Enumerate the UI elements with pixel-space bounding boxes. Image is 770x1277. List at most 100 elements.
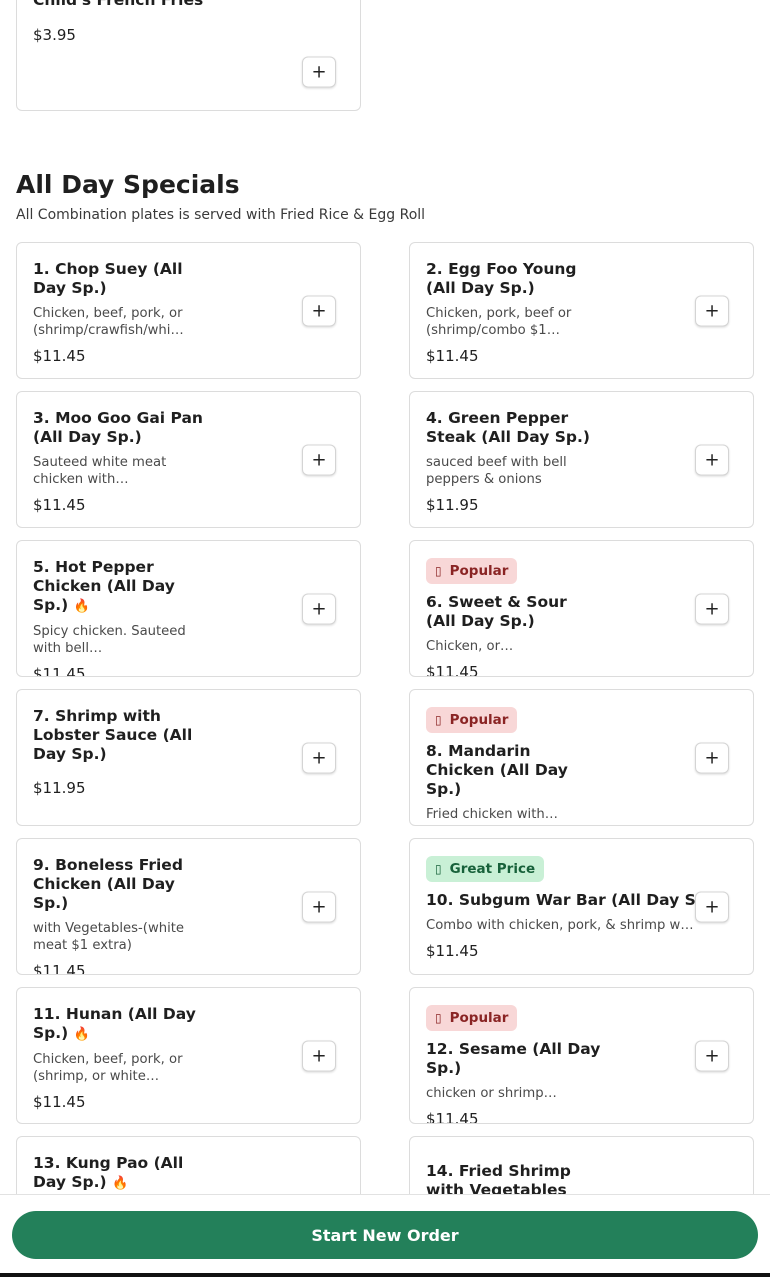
popular-icon: ▯ — [435, 1011, 442, 1025]
item-price: $11.45 — [426, 347, 479, 365]
section-title: All Day Specials — [16, 170, 240, 199]
menu-item-card[interactable]: ▯ Popular 8. Mandarin Chicken (All Day Sp… — [409, 689, 754, 826]
item-name-text: 13. Kung Pao (All Day Sp.) — [33, 1154, 184, 1191]
add-item-button[interactable]: + — [302, 444, 336, 475]
menu-item-card[interactable]: 1. Chop Suey (All Day Sp.) Chicken, beef… — [16, 242, 361, 379]
popular-badge: ▯ Popular — [426, 707, 518, 733]
item-price: $3.95 — [33, 26, 76, 44]
menu-page: Child's French Fries $3.95 + All Day Spe… — [0, 0, 770, 1277]
plus-icon: + — [311, 598, 327, 619]
menu-item-card[interactable]: 11. Hunan (All Day Sp.) 🔥 Chicken, beef,… — [16, 987, 361, 1124]
add-item-button[interactable]: + — [695, 742, 729, 773]
add-item-button[interactable]: + — [302, 56, 336, 88]
item-price: $11.45 — [33, 1093, 86, 1111]
item-description: Combo with chicken, pork, & shrimp w… — [426, 918, 694, 933]
menu-item-card[interactable]: ▯ Popular 6. Sweet & Sour (All Day Sp.) C… — [409, 540, 754, 677]
item-price: $11.45 — [426, 942, 479, 960]
menu-item-card[interactable]: 2. Egg Foo Young (All Day Sp.) Chicken, … — [409, 242, 754, 379]
popular-icon: ▯ — [435, 564, 442, 578]
add-item-button[interactable]: + — [695, 295, 729, 326]
item-description: Chicken, beef, pork, or (shrimp/crawfish… — [33, 306, 184, 338]
item-description: with Vegetables-(white meat $1 extra) — [33, 921, 185, 953]
plus-icon: + — [311, 747, 327, 768]
plus-icon: + — [311, 1045, 327, 1066]
add-item-button[interactable]: + — [302, 891, 336, 922]
section-subtitle: All Combination plates is served with Fr… — [16, 207, 426, 223]
add-item-button[interactable]: + — [695, 444, 729, 475]
menu-item-card[interactable]: ▯ Great Price 10. Subgum War Bar (All Day… — [409, 838, 754, 975]
item-price: $11.45 — [33, 962, 86, 975]
item-name-text: 11. Hunan (All Day Sp.) — [33, 1005, 196, 1042]
item-name: 12. Sesame (All Day Sp.) — [426, 1040, 601, 1077]
item-price: $11.45 — [33, 347, 86, 365]
badge-label: Popular — [449, 1010, 509, 1026]
item-description: Chicken, beef, pork, or (shrimp, or whit… — [33, 1052, 183, 1084]
add-item-button[interactable]: + — [302, 593, 336, 624]
item-name-text: 5. Hot Pepper Chicken (All Day Sp.) — [33, 558, 175, 614]
menu-item-card[interactable]: 3. Moo Goo Gai Pan (All Day Sp.) Sauteed… — [16, 391, 361, 528]
add-item-button[interactable]: + — [302, 742, 336, 773]
menu-item-card[interactable]: 7. Shrimp with Lobster Sauce (All Day Sp… — [16, 689, 361, 826]
item-name: 11. Hunan (All Day Sp.) 🔥 — [33, 1005, 208, 1044]
item-description: Fried chicken with… — [426, 807, 558, 822]
add-item-button[interactable]: + — [695, 1040, 729, 1071]
item-description: Chicken, or… — [426, 639, 514, 654]
item-description: sauced beef with bell peppers & onions — [426, 455, 567, 487]
plus-icon: + — [311, 449, 327, 470]
add-item-button[interactable]: + — [695, 891, 729, 922]
plus-icon: + — [704, 1045, 720, 1066]
item-price: $11.45 — [33, 665, 86, 677]
item-description: Spicy chicken. Sauteed with bell… — [33, 624, 186, 656]
item-name: 13. Kung Pao (All Day Sp.) 🔥 — [33, 1154, 208, 1193]
popular-badge: ▯ Popular — [426, 1005, 518, 1031]
item-name: 7. Shrimp with Lobster Sauce (All Day Sp… — [33, 707, 193, 763]
plus-icon: + — [704, 896, 720, 917]
add-item-button[interactable]: + — [302, 295, 336, 326]
item-name: 9. Boneless Fried Chicken (All Day Sp.) — [33, 856, 183, 912]
item-name: 4. Green Pepper Steak (All Day Sp.) — [426, 409, 590, 446]
tag-icon: ▯ — [435, 862, 442, 876]
add-item-button[interactable]: + — [302, 1040, 336, 1071]
plus-icon: + — [311, 300, 327, 321]
item-name: 3. Moo Goo Gai Pan (All Day Sp.) — [33, 409, 203, 446]
menu-item-card[interactable]: 5. Hot Pepper Chicken (All Day Sp.) 🔥 Sp… — [16, 540, 361, 677]
plus-icon: + — [311, 896, 327, 917]
plus-icon: + — [704, 598, 720, 619]
fire-icon: 🔥 — [73, 599, 90, 614]
plus-icon: + — [704, 300, 720, 321]
menu-item-card[interactable]: ▯ Popular 12. Sesame (All Day Sp.) chicke… — [409, 987, 754, 1124]
badge-label: Great Price — [449, 861, 536, 877]
item-price: $11.45 — [426, 663, 479, 677]
item-name: 5. Hot Pepper Chicken (All Day Sp.) 🔥 — [33, 558, 208, 616]
fire-icon: 🔥 — [73, 1027, 90, 1042]
menu-item-card[interactable]: 4. Green Pepper Steak (All Day Sp.) sauc… — [409, 391, 754, 528]
item-name: 6. Sweet & Sour (All Day Sp.) — [426, 593, 567, 630]
badge-label: Popular — [449, 563, 509, 579]
item-name: 2. Egg Foo Young (All Day Sp.) — [426, 260, 577, 297]
bottom-edge — [0, 1273, 770, 1277]
plus-icon: + — [704, 747, 720, 768]
bottom-action-bar: Start New Order — [0, 1194, 770, 1273]
item-name: 10. Subgum War Bar (All Day Sp.) — [426, 891, 720, 909]
popular-badge: ▯ Popular — [426, 558, 518, 584]
great-price-badge: ▯ Great Price — [426, 856, 545, 882]
item-price: $11.45 — [33, 496, 86, 514]
item-name: Child's French Fries — [33, 0, 204, 9]
menu-item-card[interactable]: 9. Boneless Fried Chicken (All Day Sp.) … — [16, 838, 361, 975]
item-name: 8. Mandarin Chicken (All Day Sp.) — [426, 742, 568, 798]
item-description: Chicken, pork, beef or (shrimp/combo $1… — [426, 306, 572, 338]
plus-icon: + — [704, 449, 720, 470]
item-price: $11.45 — [426, 1110, 479, 1124]
item-description: Sauteed white meat chicken with… — [33, 455, 167, 487]
add-item-button[interactable]: + — [695, 593, 729, 624]
fire-icon: 🔥 — [112, 1176, 129, 1191]
menu-item-card[interactable]: Child's French Fries $3.95 + — [16, 0, 361, 111]
item-description: chicken or shrimp… — [426, 1086, 557, 1101]
plus-icon: + — [311, 61, 327, 83]
badge-label: Popular — [449, 712, 509, 728]
start-new-order-button[interactable]: Start New Order — [12, 1211, 758, 1259]
item-name: 1. Chop Suey (All Day Sp.) — [33, 260, 183, 297]
item-price: $11.95 — [426, 496, 479, 514]
item-price: $11.95 — [33, 779, 86, 797]
popular-icon: ▯ — [435, 713, 442, 727]
